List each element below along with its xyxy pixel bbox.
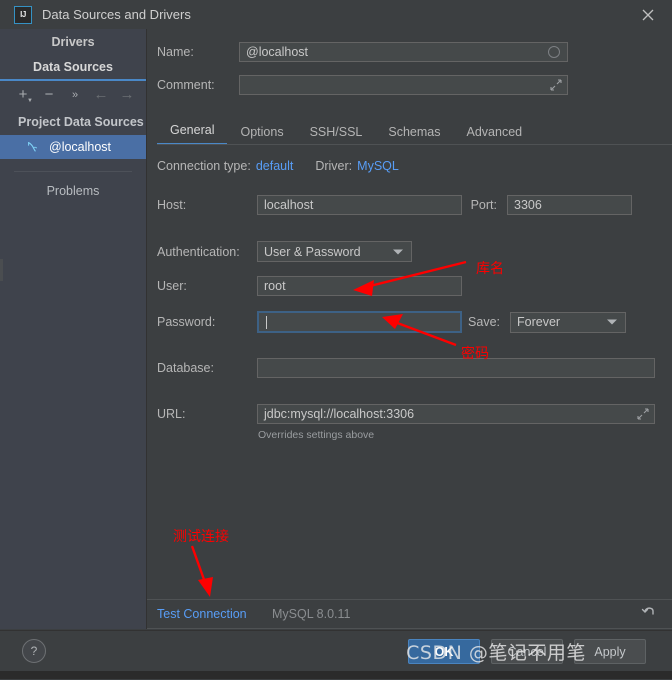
- url-hint: Overrides settings above: [258, 429, 375, 441]
- expand-icon[interactable]: [637, 408, 649, 420]
- sidebar-group-title: Project Data Sources: [18, 115, 144, 129]
- driver-value[interactable]: MySQL: [357, 159, 399, 173]
- sidebar-toolbar: + ▼ − » ← →: [0, 81, 146, 108]
- revert-arrow-icon[interactable]: [640, 601, 658, 619]
- ok-button[interactable]: OK: [408, 639, 480, 664]
- database-label: Database:: [157, 361, 214, 375]
- connection-type-row: Connection type: default Driver: MySQL: [157, 159, 399, 173]
- chevron-down-icon: [607, 319, 617, 325]
- port-label: Port:: [470, 198, 497, 212]
- close-icon[interactable]: [640, 7, 656, 23]
- remove-data-source-button[interactable]: −: [38, 84, 60, 106]
- arrow-left-icon: ←: [93, 86, 109, 103]
- authentication-value: User & Password: [264, 244, 361, 259]
- url-label: URL:: [157, 407, 186, 421]
- url-input[interactable]: jdbc:mysql://localhost:3306: [257, 404, 655, 424]
- authentication-row: Authentication: User & Password: [157, 241, 412, 262]
- host-row: Host: localhost Port: 3306: [157, 195, 632, 215]
- sidebar-item-problems[interactable]: Problems: [0, 172, 146, 198]
- apply-button[interactable]: Apply: [574, 639, 646, 664]
- tab-advanced[interactable]: Advanced: [454, 125, 536, 145]
- main-panel: Name: @localhost Comment: General Option…: [147, 29, 672, 629]
- window-title: Data Sources and Drivers: [42, 7, 191, 22]
- minus-icon: −: [44, 86, 54, 103]
- color-circle-icon[interactable]: [548, 46, 560, 58]
- tab-ssh-ssl[interactable]: SSH/SSL: [297, 125, 376, 145]
- url-input-value: jdbc:mysql://localhost:3306: [264, 407, 415, 421]
- panel-separator: [147, 599, 672, 600]
- name-label: Name:: [157, 45, 194, 59]
- tab-general[interactable]: General: [157, 123, 228, 145]
- cancel-button[interactable]: Cancel: [491, 639, 563, 664]
- intellij-idea-icon: IJ: [14, 5, 32, 24]
- authentication-dropdown[interactable]: User & Password: [257, 241, 412, 262]
- connection-type-value[interactable]: default: [256, 159, 294, 173]
- user-input-value: root: [264, 279, 286, 293]
- more-options-button[interactable]: »: [64, 84, 86, 106]
- url-row: URL: jdbc:mysql://localhost:3306: [157, 404, 655, 424]
- mysql-dolphin-icon: [28, 142, 37, 152]
- double-chevron-right-icon: »: [71, 88, 79, 101]
- port-input[interactable]: 3306: [507, 195, 632, 215]
- database-input[interactable]: [257, 358, 655, 378]
- save-dropdown[interactable]: Forever: [510, 311, 626, 333]
- text-cursor: [266, 315, 267, 329]
- title-bar: IJ Data Sources and Drivers: [0, 0, 672, 30]
- user-label: User:: [157, 279, 187, 293]
- host-label: Host:: [157, 198, 187, 212]
- sidebar-item-label: @localhost: [49, 140, 112, 154]
- name-input[interactable]: @localhost: [239, 42, 568, 62]
- chevron-down-icon: ▼: [27, 97, 33, 104]
- tab-options[interactable]: Options: [227, 125, 296, 145]
- password-row: Password: Save: Forever: [157, 311, 626, 333]
- host-input[interactable]: localhost: [257, 195, 462, 215]
- save-value: Forever: [517, 315, 561, 329]
- navigate-forward-button[interactable]: →: [116, 84, 138, 106]
- comment-label: Comment:: [157, 78, 215, 92]
- help-button[interactable]: ?: [22, 639, 46, 663]
- sidebar: Drivers Data Sources + ▼ − » ← → Project…: [0, 29, 147, 629]
- plus-icon: +: [18, 86, 28, 103]
- comment-row: Comment:: [157, 75, 568, 95]
- window-bottom-edge: [0, 671, 672, 679]
- comment-input[interactable]: [239, 75, 568, 95]
- save-label: Save:: [468, 315, 500, 329]
- data-sources-dialog: IJ Data Sources and Drivers Drivers Data…: [0, 0, 672, 680]
- panel-separator-bottom: [147, 628, 672, 629]
- expand-icon[interactable]: [550, 79, 562, 91]
- user-row: User: root: [157, 276, 462, 296]
- driver-label: Driver:: [315, 159, 353, 173]
- port-input-value: 3306: [514, 198, 542, 212]
- sidebar-item-localhost[interactable]: @localhost: [0, 135, 146, 159]
- arrow-right-icon: →: [119, 86, 135, 103]
- host-input-value: localhost: [264, 198, 314, 212]
- test-connection-link[interactable]: Test Connection: [157, 607, 247, 621]
- driver-version-label: MySQL 8.0.11: [272, 607, 351, 621]
- name-input-value: @localhost: [246, 45, 309, 59]
- tab-schemas[interactable]: Schemas: [375, 125, 453, 145]
- name-row: Name: @localhost: [157, 42, 568, 62]
- connection-type-label: Connection type:: [157, 159, 251, 173]
- sidebar-tab-data-sources[interactable]: Data Sources: [0, 54, 146, 81]
- database-row: Database:: [157, 358, 655, 378]
- settings-tabs: General Options SSH/SSL Schemas Advanced: [157, 117, 672, 145]
- user-input[interactable]: root: [257, 276, 462, 296]
- sidebar-tab-drivers[interactable]: Drivers: [0, 29, 146, 54]
- password-label: Password:: [157, 315, 216, 329]
- tabs-underline: [157, 144, 672, 145]
- scroll-indicator: [0, 259, 3, 281]
- chevron-down-icon: [393, 249, 403, 254]
- add-data-source-button[interactable]: + ▼: [12, 84, 34, 106]
- navigate-back-button[interactable]: ←: [90, 84, 112, 106]
- authentication-label: Authentication:: [157, 244, 240, 259]
- password-input[interactable]: [257, 311, 462, 333]
